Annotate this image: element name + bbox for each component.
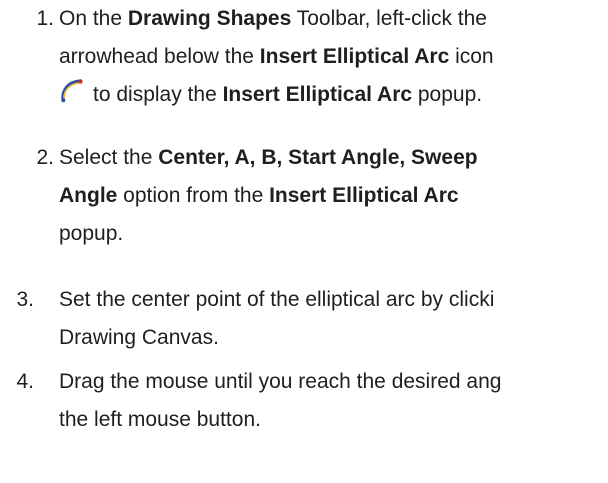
step-line: arrowhead below the Insert Elliptical Ar… [59, 45, 494, 68]
step-text: On the Drawing Shapes Toolbar, left-clic… [59, 0, 494, 114]
step-text: Set the center point of the elliptical a… [59, 281, 494, 357]
popup-name: Insert Elliptical Arc [269, 184, 459, 207]
instructions-page: 1. On the Drawing Shapes Toolbar, left-c… [0, 0, 608, 483]
step-line: On the Drawing Shapes Toolbar, left-clic… [59, 7, 487, 30]
step-text: Drag the mouse until you reach the desir… [59, 363, 501, 439]
icon-name: Insert Elliptical Arc [259, 45, 450, 68]
step-line: Select the Center, A, B, Start Angle, Sw… [59, 146, 478, 169]
toolbar-name: Drawing Shapes [127, 7, 292, 30]
popup-name: Insert Elliptical Arc [222, 83, 413, 106]
step-text: Select the Center, A, B, Start Angle, Sw… [59, 139, 478, 253]
step-line: Set the center point of the elliptical a… [59, 288, 495, 311]
option-name: Center, A, B, Start Angle, Sweep [158, 146, 478, 169]
step-line: Angle option from the Insert Elliptical … [59, 184, 459, 207]
step-line: the left mouse button. [59, 408, 261, 431]
step-number: 1. [36, 7, 54, 30]
step-line: Drag the mouse until you reach the desir… [59, 370, 502, 393]
step-line: Drawing Canvas. [59, 326, 219, 349]
step-number: 2. [36, 146, 54, 169]
insert-elliptical-arc-icon [59, 78, 85, 104]
step-number: 3. [16, 288, 34, 311]
option-name-cont: Angle [59, 184, 118, 207]
step-line: popup. [59, 222, 124, 245]
step-number: 4. [16, 370, 34, 393]
step-line: to display the Insert Elliptical Arc pop… [59, 76, 494, 114]
